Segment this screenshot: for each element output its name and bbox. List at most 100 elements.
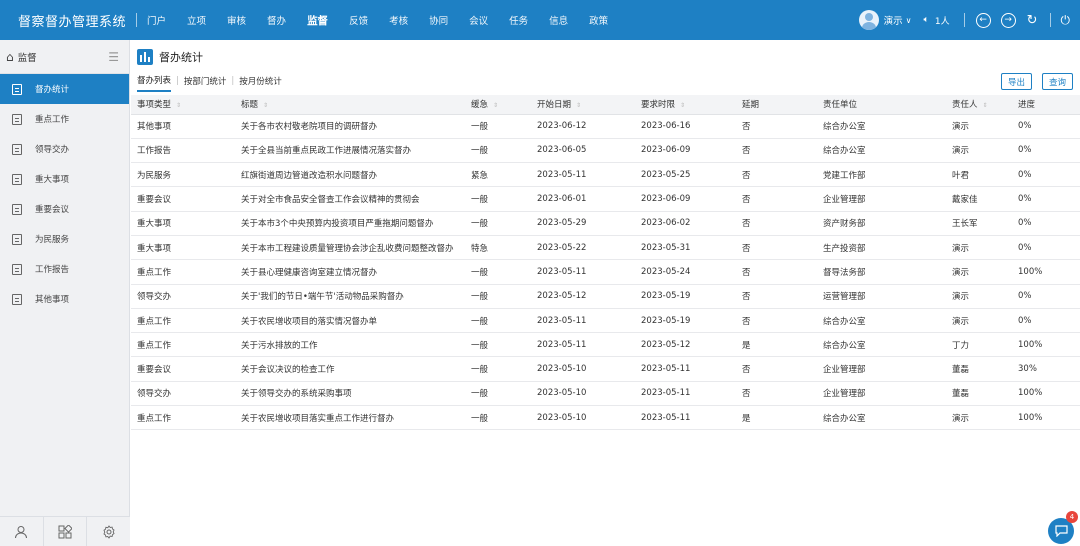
- table-row[interactable]: 为民服务 红旗街道周边管道改造积水问题督办 紧急 2023-05-11 2023-05-…: [131, 162, 1080, 188]
- table-cell: 党建工作部: [817, 162, 946, 188]
- apps-grid-icon[interactable]: [44, 517, 88, 546]
- column-header[interactable]: 缓急 ⇕: [465, 95, 531, 115]
- nav-item[interactable]: 立项: [187, 13, 206, 27]
- user-icon[interactable]: [0, 517, 44, 546]
- table-cell: 否: [736, 235, 817, 261]
- sub-tab[interactable]: 按月份统计: [239, 75, 282, 91]
- table-cell: 2023-05-12: [531, 284, 635, 309]
- column-header[interactable]: 标题 ⇕: [235, 95, 465, 115]
- table-row[interactable]: 工作报告 关于全县当前重点民政工作进展情况落实督办 一般 2023-06-05 2023…: [131, 138, 1080, 164]
- table-cell[interactable]: 关于农民增收项目的落实情况督办单: [235, 308, 465, 334]
- column-header[interactable]: 要求时限 ⇕: [635, 95, 736, 115]
- sidebar-item[interactable]: 工作报告: [0, 254, 129, 284]
- column-header[interactable]: 事项类型 ⇕: [131, 95, 235, 115]
- sort-icon[interactable]: ⇕: [680, 102, 685, 109]
- table-cell: 否: [736, 259, 817, 285]
- nav-item[interactable]: 反馈: [349, 13, 368, 27]
- sidebar-item[interactable]: 重点工作: [0, 104, 129, 134]
- table-cell: 重大事项: [131, 235, 235, 261]
- table-cell[interactable]: 关于本市3个中央预算内投资项目严重拖期问题督办: [235, 211, 465, 236]
- main-content: 督办统计 督办列表 | 按部门统计 | 按月份统计 导出 查询 事项类型 ⇕ 标题 ⇕ 缓急 ⇕ 开…: [131, 40, 1080, 546]
- nav-item[interactable]: 监督: [307, 13, 328, 28]
- table-cell[interactable]: 关于会议决议的检查工作: [235, 356, 465, 382]
- table-cell: 2023-06-09: [635, 186, 736, 212]
- table-cell: 0%: [1012, 308, 1080, 334]
- sidebar-item[interactable]: 重要会议: [0, 194, 129, 224]
- user-name[interactable]: 演示: [884, 13, 903, 27]
- nav-item[interactable]: 督办: [267, 13, 286, 27]
- table-cell: 否: [736, 284, 817, 309]
- sort-icon[interactable]: ⇕: [983, 102, 988, 109]
- nav-item[interactable]: 门户: [147, 13, 166, 27]
- sort-icon[interactable]: ⇕: [263, 102, 268, 109]
- table-cell: 2023-05-25: [635, 162, 736, 188]
- table-row[interactable]: 重点工作 关于农民增收项目落实重点工作进行督办 一般 2023-05-10 2023-0…: [131, 405, 1080, 431]
- table-cell[interactable]: 关于各市农村敬老院项目的调研督办: [235, 114, 465, 139]
- nav-item[interactable]: 考核: [389, 13, 408, 27]
- column-header[interactable]: 责任人 ⇕: [946, 95, 1012, 115]
- sidebar-item[interactable]: 其他事项: [0, 284, 129, 314]
- table-row[interactable]: 领导交办 关于'我们的节日•端午节'活动物品采购督办 一般 2023-05-12 202…: [131, 284, 1080, 309]
- table-cell: 0%: [1012, 211, 1080, 236]
- sort-icon[interactable]: ⇕: [493, 102, 498, 109]
- user-avatar[interactable]: [858, 10, 879, 30]
- table-cell[interactable]: 关于'我们的节日•端午节'活动物品采购督办: [235, 284, 465, 309]
- table-cell[interactable]: 关于领导交办的系统采购事项: [235, 381, 465, 407]
- sub-tab[interactable]: 按部门统计: [184, 75, 227, 91]
- sidebar-item[interactable]: 督办统计: [0, 74, 129, 104]
- table-row[interactable]: 重点工作 关于污水排放的工作 一般 2023-05-11 2023-05-12 是综合办公…: [131, 332, 1080, 358]
- table-row[interactable]: 其他事项 关于各市农村敬老院项目的调研督办 一般 2023-06-12 2023-06-…: [131, 114, 1080, 139]
- nav-item[interactable]: 会议: [469, 13, 488, 27]
- home-icon[interactable]: ⌂: [6, 50, 14, 64]
- volume-icon[interactable]: 🔈︎: [923, 15, 928, 25]
- table-cell: 运营管理部: [817, 284, 946, 309]
- table-cell: 2023-05-11: [635, 405, 736, 431]
- nav-item[interactable]: 政策: [589, 13, 608, 27]
- table-row[interactable]: 重点工作 关于县心理健康咨询室建立情况督办 一般 2023-05-11 2023-05-…: [131, 259, 1080, 285]
- table-cell[interactable]: 关于污水排放的工作: [235, 332, 465, 358]
- document-icon: [12, 263, 22, 275]
- nav-item[interactable]: 任务: [509, 13, 528, 27]
- nav-item[interactable]: 审核: [227, 13, 246, 27]
- hamburger-menu-icon[interactable]: ☰: [108, 50, 119, 64]
- table-cell: 重要会议: [131, 186, 235, 212]
- notification-badge: 4: [1066, 511, 1078, 523]
- bar-chart-icon: [137, 49, 153, 65]
- sidebar-item[interactable]: 为民服务: [0, 224, 129, 254]
- table-cell: 否: [736, 356, 817, 382]
- table-row[interactable]: 领导交办 关于领导交办的系统采购事项 一般 2023-05-10 2023-05-11 否…: [131, 381, 1080, 407]
- table-cell: 演示: [946, 284, 1012, 309]
- query-button[interactable]: 查询: [1042, 73, 1073, 90]
- table-cell: 0%: [1012, 284, 1080, 309]
- table-cell[interactable]: 红旗街道周边管道改造积水问题督办: [235, 162, 465, 188]
- sidebar-item[interactable]: 领导交办: [0, 134, 129, 164]
- nav-item[interactable]: 协同: [429, 13, 448, 27]
- table-row[interactable]: 重要会议 关于会议决议的检查工作 一般 2023-05-10 2023-05-11 否企业…: [131, 356, 1080, 382]
- sort-icon[interactable]: ⇕: [576, 102, 581, 109]
- sidebar-item-label: 领导交办: [35, 145, 70, 155]
- settings-gear-icon[interactable]: [87, 517, 130, 546]
- table-cell[interactable]: 关于对全市食品安全督查工作会议精神的贯彻会: [235, 186, 465, 212]
- table-row[interactable]: 重大事项 关于本市工程建设质量管理协会涉企乱收费问题整改督办 特急 2023-05-2…: [131, 235, 1080, 261]
- table-row[interactable]: 重大事项 关于本市3个中央预算内投资项目严重拖期问题督办 一般 2023-05-29 2…: [131, 211, 1080, 236]
- sidebar-item[interactable]: 重大事项: [0, 164, 129, 194]
- chevron-down-icon[interactable]: ∨: [906, 16, 912, 25]
- online-count[interactable]: 1人: [935, 14, 950, 27]
- table-row[interactable]: 重点工作 关于农民增收项目的落实情况督办单 一般 2023-05-11 2023-05-…: [131, 308, 1080, 334]
- power-icon[interactable]: ⏻: [1061, 13, 1071, 28]
- circle-arrow-left-icon[interactable]: ←: [975, 12, 991, 28]
- table-cell[interactable]: 关于县心理健康咨询室建立情况督办: [235, 259, 465, 285]
- table-row[interactable]: 重要会议 关于对全市食品安全督查工作会议精神的贯彻会 一般 2023-06-01 202…: [131, 186, 1080, 212]
- table-cell[interactable]: 关于本市工程建设质量管理协会涉企乱收费问题整改督办: [235, 235, 465, 261]
- table-cell: 一般: [465, 381, 531, 407]
- table-cell[interactable]: 关于全县当前重点民政工作进展情况落实督办: [235, 138, 465, 164]
- sidebar-header: ⌂ 监督 ☰: [0, 40, 129, 74]
- sub-tab[interactable]: 督办列表: [137, 74, 172, 92]
- table-cell[interactable]: 关于农民增收项目落实重点工作进行督办: [235, 405, 465, 431]
- circle-arrow-right-icon[interactable]: →: [1000, 12, 1016, 28]
- nav-item[interactable]: 信息: [549, 13, 568, 27]
- column-header[interactable]: 开始日期 ⇕: [531, 95, 635, 115]
- refresh-icon[interactable]: ↻: [1027, 14, 1038, 27]
- export-button[interactable]: 导出: [1001, 73, 1032, 90]
- sort-icon[interactable]: ⇕: [176, 102, 181, 109]
